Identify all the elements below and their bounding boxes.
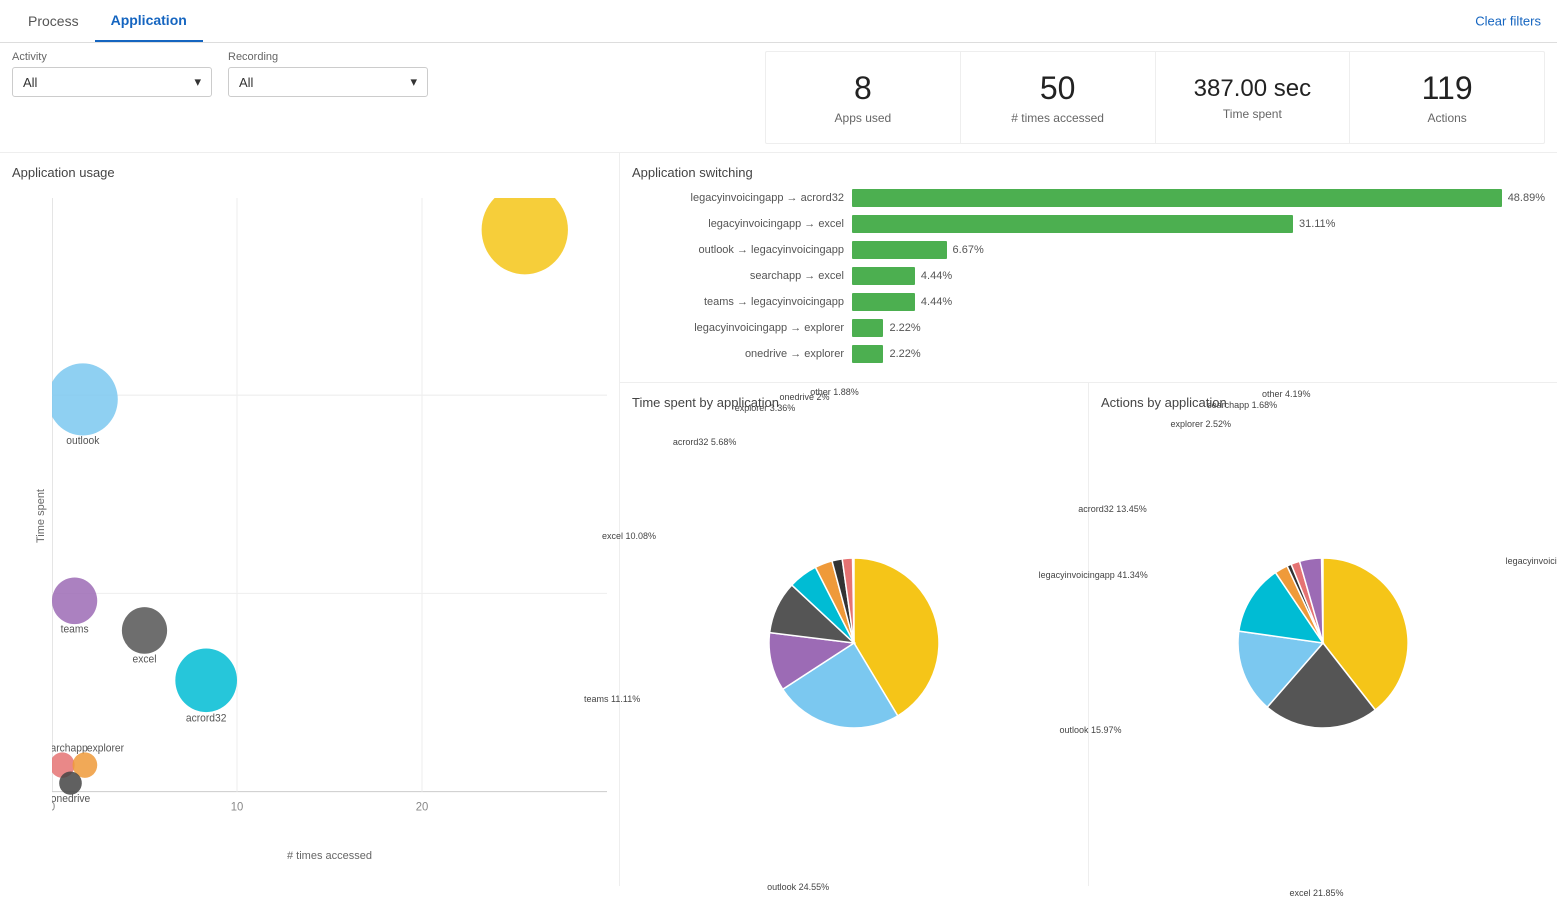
activity-filter-group: Activity All ▾ xyxy=(12,51,212,97)
switching-bar-row: legacyinvoicingapp → excel 31.11% xyxy=(632,214,1545,234)
bar-label: outlook → legacyinvoicingapp xyxy=(632,244,852,256)
bar-container: 6.67% xyxy=(852,240,1545,260)
bar-pct: 48.89% xyxy=(1508,192,1545,204)
pie-label: acrord32 5.68% xyxy=(673,437,737,447)
bar-label: teams → legacyinvoicingapp xyxy=(632,296,852,308)
bubble-label-onedrive: onedrive xyxy=(52,794,90,805)
bubble-outlook xyxy=(52,363,118,435)
svg-text:10: 10 xyxy=(231,802,244,814)
apps-used-value: 8 xyxy=(854,70,872,107)
bar-fill xyxy=(852,215,1293,233)
bubble-excel xyxy=(122,607,167,654)
app-switching-title: Application switching xyxy=(632,165,1545,180)
svg-text:20: 20 xyxy=(416,802,429,814)
pie-label: outlook 24.55% xyxy=(767,882,829,892)
bar-fill xyxy=(852,189,1502,207)
bubble-label-explorer: explorer xyxy=(87,743,125,754)
bubble-label-excel: excel xyxy=(133,654,157,665)
recording-select[interactable]: All ▾ xyxy=(228,67,428,97)
bubble-label-outlook: outlook xyxy=(66,436,100,447)
bar-container: 4.44% xyxy=(852,266,1545,286)
bar-container: 2.22% xyxy=(852,318,1545,338)
bar-container: 4.44% xyxy=(852,292,1545,312)
app-usage-title: Application usage xyxy=(12,165,607,180)
bar-container: 48.89% xyxy=(852,188,1545,208)
tab-application[interactable]: Application xyxy=(95,0,203,42)
pie-label: excel 21.85% xyxy=(1289,888,1343,898)
times-accessed-value: 50 xyxy=(1040,70,1076,107)
bar-pct: 4.44% xyxy=(921,296,952,308)
bar-pct: 31.11% xyxy=(1299,218,1336,230)
time-spent-label: Time spent xyxy=(1223,107,1282,121)
bar-label: searchapp → excel xyxy=(632,270,852,282)
bubble-label-teams: teams xyxy=(61,624,89,635)
activity-select[interactable]: All ▾ xyxy=(12,67,212,97)
right-panel: Application switching legacyinvoicingapp… xyxy=(620,153,1557,886)
actions-value: 119 xyxy=(1422,70,1473,107)
bar-pct: 2.22% xyxy=(889,348,920,360)
bar-fill xyxy=(852,241,947,259)
switching-bar-row: legacyinvoicingapp → explorer 2.22% xyxy=(632,318,1545,338)
stat-actions: 119 Actions xyxy=(1349,52,1544,143)
main-content: Application usage Time spent 0 50 100 15… xyxy=(0,153,1557,886)
bottom-row: Time spent by application legacyinvoicin… xyxy=(620,383,1557,886)
stat-times-accessed: 50 # times accessed xyxy=(960,52,1155,143)
bar-fill xyxy=(852,267,915,285)
bar-fill xyxy=(852,319,883,337)
recording-chevron-icon: ▾ xyxy=(410,74,417,90)
actions-by-app-section: Actions by application legacyinvoicingap… xyxy=(1089,383,1557,886)
pie-label: acrord32 13.45% xyxy=(1078,504,1147,514)
bar-pct: 6.67% xyxy=(953,244,984,256)
recording-label: Recording xyxy=(228,51,428,63)
actions-label: Actions xyxy=(1427,111,1466,125)
times-accessed-label: # times accessed xyxy=(1011,111,1104,125)
time-spent-title: Time spent by application xyxy=(632,395,1076,410)
switching-bar-row: legacyinvoicingapp → acrord32 48.89% xyxy=(632,188,1545,208)
activity-label: Activity xyxy=(12,51,212,63)
bar-label: legacyinvoicingapp → explorer xyxy=(632,322,852,334)
bubble-onedrive xyxy=(59,771,82,794)
pie-label: legacyinvoicingapp 39.5% xyxy=(1506,556,1557,566)
apps-used-label: Apps used xyxy=(835,111,892,125)
bubble-legacyinvoicingapp xyxy=(482,198,568,274)
bar-fill xyxy=(852,293,915,311)
time-spent-pie xyxy=(744,533,964,753)
bubble-acrord32 xyxy=(175,649,237,713)
bar-pct: 2.22% xyxy=(889,322,920,334)
switching-bar-row: teams → legacyinvoicingapp 4.44% xyxy=(632,292,1545,312)
activity-chevron-icon: ▾ xyxy=(194,74,201,90)
bar-fill xyxy=(852,345,883,363)
stat-apps-used: 8 Apps used xyxy=(766,52,960,143)
bubble-label-acrord32: acrord32 xyxy=(186,714,227,725)
recording-filter-group: Recording All ▾ xyxy=(228,51,428,97)
clear-filters-button[interactable]: Clear filters xyxy=(1475,14,1541,29)
stat-time-spent: 387.00 sec Time spent xyxy=(1155,52,1350,143)
x-axis-label: # times accessed xyxy=(287,850,372,862)
filters-row: Activity All ▾ Recording All ▾ 8 Apps us… xyxy=(0,43,1557,153)
bar-label: legacyinvoicingapp → excel xyxy=(632,218,852,230)
y-axis-label: Time spent xyxy=(35,489,47,543)
bar-pct: 4.44% xyxy=(921,270,952,282)
switching-bar-row: searchapp → excel 4.44% xyxy=(632,266,1545,286)
time-spent-section: Time spent by application legacyinvoicin… xyxy=(620,383,1089,886)
tabs-bar: Process Application Clear filters xyxy=(0,0,1557,43)
bubble-teams xyxy=(52,577,97,624)
bar-container: 2.22% xyxy=(852,344,1545,364)
recording-value: All xyxy=(239,75,253,90)
switching-bar-row: onedrive → explorer 2.22% xyxy=(632,344,1545,364)
bubble-chart-svg: 0 50 100 150 0 10 20 legacyinvoicingapp … xyxy=(52,198,607,834)
tab-process[interactable]: Process xyxy=(12,1,95,41)
actions-by-app-pie xyxy=(1213,533,1433,753)
switching-bars-container: legacyinvoicingapp → acrord32 48.89% leg… xyxy=(632,188,1545,364)
time-spent-value: 387.00 sec xyxy=(1194,75,1311,103)
bar-container: 31.11% xyxy=(852,214,1545,234)
actions-by-app-title: Actions by application xyxy=(1101,395,1545,410)
left-panel: Application usage Time spent 0 50 100 15… xyxy=(0,153,620,886)
app-switching-section: Application switching legacyinvoicingapp… xyxy=(620,153,1557,383)
bar-label: onedrive → explorer xyxy=(632,348,852,360)
bar-label: legacyinvoicingapp → acrord32 xyxy=(632,192,852,204)
switching-bar-row: outlook → legacyinvoicingapp 6.67% xyxy=(632,240,1545,260)
activity-value: All xyxy=(23,75,37,90)
pie-label: explorer 2.52% xyxy=(1170,419,1231,429)
